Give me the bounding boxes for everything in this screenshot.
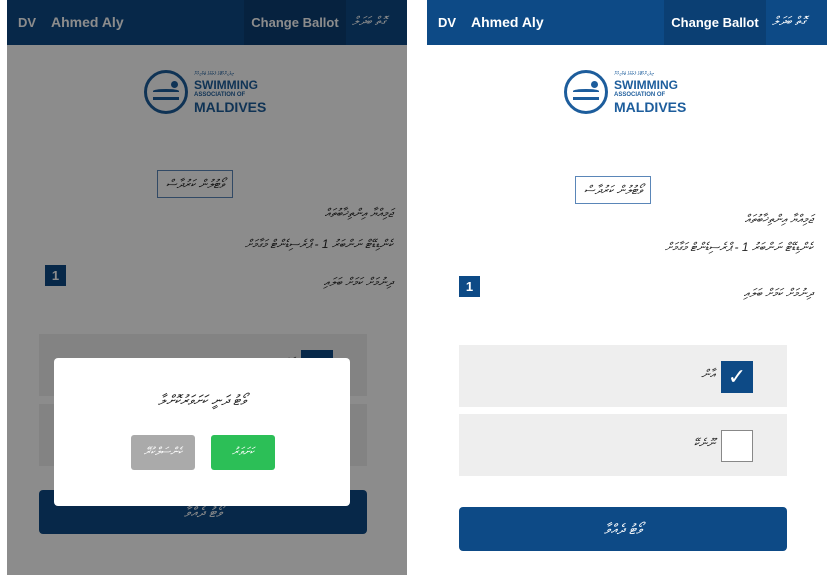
option-yes[interactable]: އާން ✓ — [459, 345, 787, 407]
change-ballot-button[interactable]: Change Ballot — [664, 0, 766, 45]
question-text: ދިނުމަށް ކަމަށް ބަލައި — [743, 286, 813, 300]
logo-line-3: MALDIVES — [614, 99, 687, 115]
cancel-button[interactable]: ކެންސަލްކުރޭ — [131, 435, 195, 470]
position-text: ކެންޑިޑޭޓް ނަންބަރު 1 - ޕްރެސިޑެންޓް މަގ… — [664, 240, 813, 254]
top-bar: DV Ahmed Aly Change Ballot ގޮތް ބަދަލް — [427, 0, 827, 45]
confirm-dialog-text: ވޯޓު ދަނީ ކަށަވަރުކޮށްލާ — [157, 392, 247, 408]
logo-line-1: SWIMMING — [614, 78, 678, 92]
language-toggle[interactable]: ގޮތް ބަދަލް — [772, 14, 806, 29]
ballot-screen: DV Ahmed Aly Change Ballot ގޮތް ބަދަލް ދ… — [427, 0, 827, 575]
option-yes-label: އާން — [701, 367, 715, 381]
logo-line-2: ASSOCIATION OF — [614, 92, 666, 98]
confirm-button[interactable]: ކަށަވަރު — [211, 435, 275, 470]
checkbox-no[interactable] — [721, 430, 753, 462]
logo-dhivehi-text: ދިވެހިރާއްޖޭގެ ފެތުމުގެ ޖަމްޢިއްޔާ — [614, 71, 654, 77]
option-no[interactable]: ނޫނެކޭ — [459, 414, 787, 476]
question-number-badge: 1 — [459, 276, 480, 297]
election-name: ޖަމިއްޔާ އިންތިޚާބުތައް — [744, 212, 813, 226]
ballot-screen-with-dialog: DV Ahmed Aly Change Ballot ގޮތް ބަދަލް ދ… — [7, 0, 407, 575]
association-logo: ދިވެހިރާއްޖޭގެ ފެތުމުގެ ޖަމްޢިއްޔާ SWIMM… — [564, 70, 689, 118]
swimmer-icon — [564, 70, 608, 114]
ballot-title: ވޯޓުލުން ކަރުދާސް — [575, 176, 652, 204]
vote-button[interactable]: ވޯޓު ދެއްވާ — [459, 507, 787, 551]
option-no-label: ނޫނެކޭ — [693, 436, 715, 450]
checkmark-icon: ✓ — [727, 364, 747, 389]
language-code: DV — [438, 15, 457, 30]
confirm-dialog: ވޯޓު ދަނީ ކަށަވަރުކޮށްލާ ކެންސަލްކުރޭ ކަ… — [54, 358, 350, 506]
checkbox-yes[interactable]: ✓ — [721, 361, 753, 393]
user-name: Ahmed Aly — [471, 14, 544, 30]
